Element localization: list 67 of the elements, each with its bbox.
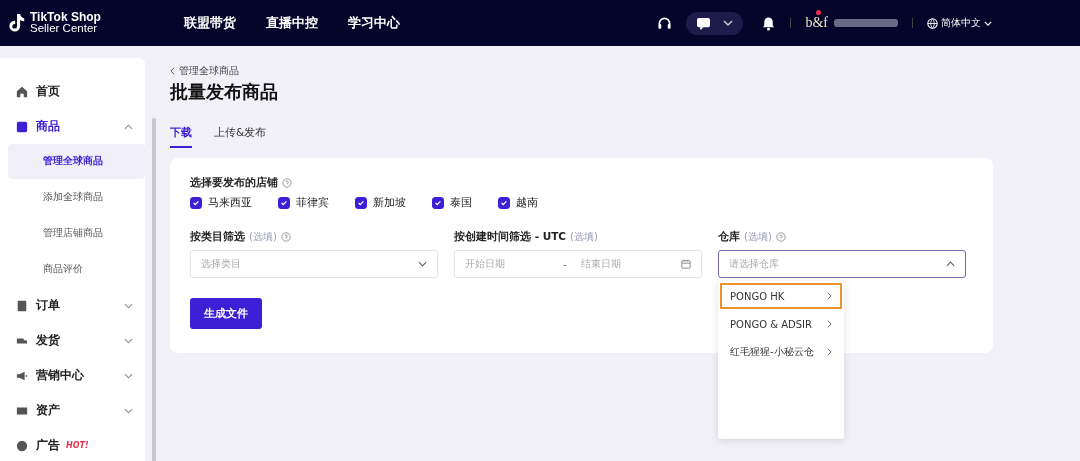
optional-hint: (选填) [570, 230, 598, 244]
sidebar-item[interactable]: 订单 [0, 288, 145, 323]
check-icon [434, 199, 442, 207]
field-label: 按创建时间筛选 - UTC [454, 230, 567, 244]
sidebar-subitem[interactable]: 商品评价 [8, 252, 145, 287]
check-icon [357, 199, 365, 207]
chevron-right-icon [827, 292, 832, 300]
nav-link[interactable]: 学习中心 [348, 14, 400, 32]
field-label: 选择要发布的店铺 [190, 176, 278, 190]
generate-file-button[interactable]: 生成文件 [190, 298, 262, 329]
document-icon [16, 299, 28, 312]
sidebar-item[interactable]: 资产 [0, 393, 145, 428]
logo-subtitle: Seller Center [30, 23, 98, 34]
shop-checkbox[interactable]: 马来西亚 [190, 196, 252, 210]
caret-icon [984, 20, 992, 26]
dropdown-option[interactable]: PONGO & ADSIR [720, 311, 842, 337]
sidebar-item[interactable]: 商品 [0, 109, 145, 144]
headset-icon[interactable] [657, 15, 673, 31]
sidebar-item[interactable]: 广告 HOT! [0, 428, 145, 461]
chevron-icon [946, 261, 955, 267]
check-icon [280, 199, 288, 207]
back-chevron-icon[interactable] [170, 67, 175, 75]
language-button[interactable]: 简体中文 [927, 16, 992, 30]
optional-hint: (选填) [249, 230, 277, 244]
shop-logo[interactable]: b&f [805, 15, 828, 31]
logo-title: TikTok Shop [30, 12, 101, 23]
hot-label: HOT! [66, 441, 89, 450]
sidebar-subitem[interactable]: 管理店铺商品 [8, 216, 145, 251]
dropdown-option[interactable]: 红毛猩猩-小秘云仓 [720, 339, 842, 365]
globe-icon [927, 17, 938, 29]
tab[interactable]: 下载 [170, 126, 192, 148]
tab[interactable]: 上传&发布 [214, 126, 267, 148]
calendar-icon [681, 259, 691, 269]
music-note-icon [8, 13, 26, 33]
scrollbar-thumb[interactable] [152, 118, 156, 461]
dropdown-option[interactable]: PONGO HK [720, 283, 842, 309]
shop-checkbox[interactable]: 泰国 [432, 196, 472, 210]
chat-icon [696, 16, 712, 30]
chat-button[interactable] [686, 11, 744, 35]
field-label: 仓库 [718, 230, 740, 244]
caret-icon [723, 20, 734, 26]
shop-checkbox[interactable]: 新加坡 [355, 196, 406, 210]
sidebar-subitem[interactable]: 管理全球商品 [8, 144, 145, 179]
chevron-right-icon [827, 320, 832, 328]
page-title: 批量发布商品 [170, 80, 279, 104]
chevron-right-icon [827, 348, 832, 356]
optional-hint: (选填) [744, 230, 772, 244]
shop-checkbox[interactable]: 越南 [498, 196, 538, 210]
megaphone-icon [16, 369, 28, 382]
check-icon [500, 199, 508, 207]
back-link[interactable]: 管理全球商品 [179, 64, 239, 78]
sidebar-item[interactable]: 发货 [0, 323, 145, 358]
check-icon [192, 199, 200, 207]
logo[interactable]: TikTok Shop Seller Center [8, 12, 184, 34]
bell-icon[interactable] [761, 15, 777, 31]
house-icon [16, 85, 28, 98]
nav-link[interactable]: 直播中控 [266, 14, 318, 32]
field-label: 按类目筛选 [190, 230, 245, 244]
shop-checkbox[interactable]: 菲律宾 [278, 196, 329, 210]
sidebar-item[interactable]: 营销中心 [0, 358, 145, 393]
nav-link[interactable]: 联盟带货 [184, 14, 236, 32]
date-range-field[interactable]: 开始日期 - 结束日期 [454, 250, 702, 278]
circle-icon [16, 439, 28, 452]
sidebar-item[interactable]: 首页 [0, 74, 145, 109]
chevron-icon [418, 261, 427, 267]
sidebar-subitem[interactable]: 添加全球商品 [8, 180, 145, 215]
blurred-shop-name [834, 19, 898, 27]
